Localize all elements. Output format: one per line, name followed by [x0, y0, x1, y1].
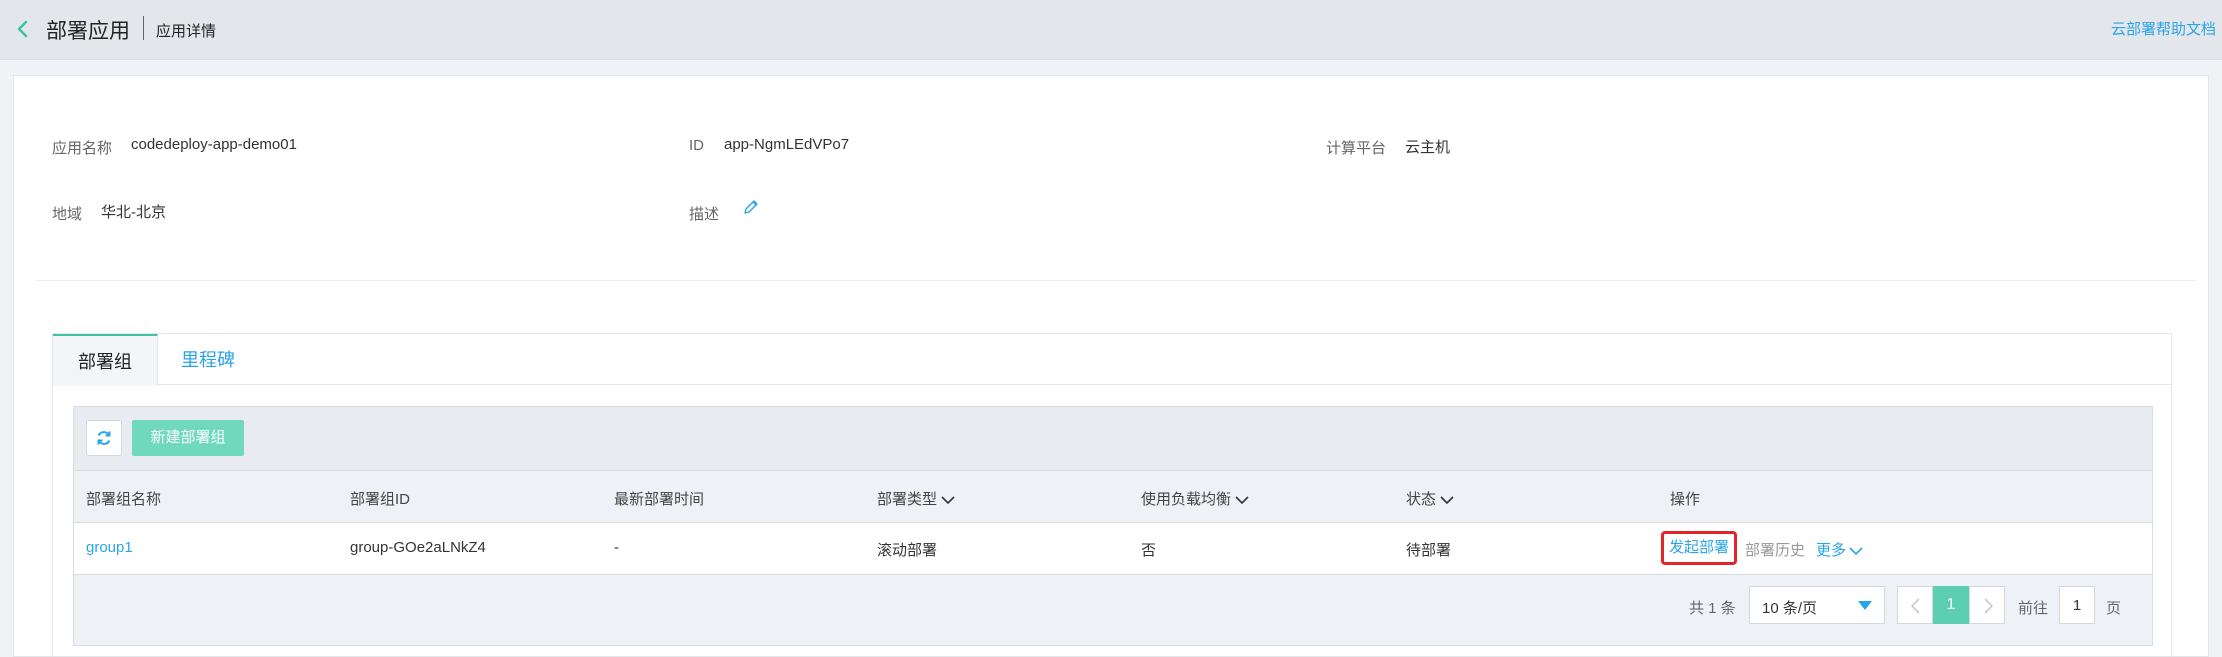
col-deploy-type-label: 部署类型: [877, 491, 938, 508]
table-footer: 共 1 条 10 条/页 1 前往 页: [74, 575, 2152, 645]
chevron-left-icon: [1910, 598, 1920, 614]
col-last-deploy-time: 最新部署时间: [614, 491, 705, 508]
region-value: 华北-北京: [101, 204, 166, 221]
col-deploy-type[interactable]: 部署类型: [877, 488, 955, 509]
prev-page-button[interactable]: [1897, 586, 1933, 624]
chevron-right-icon: [1984, 598, 1994, 614]
col-status-label: 状态: [1406, 491, 1437, 508]
section-divider: [36, 280, 2196, 281]
page-number-current[interactable]: 1: [1933, 586, 1969, 624]
id-label: ID: [689, 137, 704, 154]
goto-page-input[interactable]: [2059, 586, 2095, 624]
page-title: 部署应用: [46, 20, 130, 43]
col-load-balance-label: 使用负载均衡: [1141, 491, 1232, 508]
back-arrow-icon[interactable]: [12, 18, 34, 40]
deploy-group-grid: 新建部署组 部署组名称 部署组ID 最新部署时间 部署类型 使用负载均衡 状态 …: [73, 406, 2153, 646]
page-size-select[interactable]: 10 条/页: [1749, 586, 1885, 624]
deploy-history-link[interactable]: 部署历史: [1745, 539, 1805, 560]
col-actions: 操作: [1670, 491, 1701, 508]
col-group-id: 部署组ID: [350, 491, 411, 508]
status-cell: 待部署: [1406, 542, 1452, 559]
page-unit-label: 页: [2106, 600, 2122, 617]
tabs-panel: 部署组 里程碑 新建部署组 部署组名称 部署组ID 最新部署时间 部署类型 使用…: [52, 333, 2172, 657]
refresh-icon: [97, 431, 111, 445]
title-divider: [143, 16, 144, 40]
tab-deploy-groups[interactable]: 部署组: [53, 334, 158, 386]
next-page-button[interactable]: [1969, 586, 2005, 624]
chevron-down-icon: [1849, 547, 1863, 556]
app-name-label: 应用名称: [52, 140, 113, 157]
tab-bar: 部署组 里程碑: [53, 334, 2171, 386]
total-count: 共 1 条: [1689, 600, 1736, 617]
deploy-type-cell: 滚动部署: [877, 542, 938, 559]
table-row: group1 group-GOe2aLNkZ4 - 滚动部署 否 待部署 发起部…: [74, 523, 2152, 575]
grid-toolbar: 新建部署组: [74, 407, 2152, 471]
edit-pencil-icon[interactable]: [742, 198, 760, 216]
table-header: 部署组名称 部署组ID 最新部署时间 部署类型 使用负载均衡 状态 操作: [74, 471, 2152, 523]
help-doc-link[interactable]: 云部署帮助文档: [2111, 18, 2216, 39]
id-value: app-NgmLEdVPo7: [724, 136, 850, 153]
chevron-down-icon[interactable]: [1235, 492, 1249, 509]
more-actions-label: 更多: [1816, 542, 1847, 559]
description-label: 描述: [689, 206, 720, 223]
load-balance-cell: 否: [1141, 542, 1157, 559]
chevron-down-icon[interactable]: [1440, 492, 1454, 509]
last-deploy-cell: -: [614, 539, 619, 556]
page-size-value: 10 条/页: [1762, 600, 1818, 617]
col-load-balance[interactable]: 使用负载均衡: [1141, 488, 1249, 509]
col-status[interactable]: 状态: [1406, 488, 1454, 509]
col-group-name: 部署组名称: [86, 491, 162, 508]
platform-value: 云主机: [1405, 139, 1451, 156]
new-deploy-group-button[interactable]: 新建部署组: [132, 420, 244, 456]
platform-label: 计算平台: [1326, 140, 1387, 157]
tab-milestones[interactable]: 里程碑: [158, 334, 258, 386]
app-name-value: codedeploy-app-demo01: [131, 136, 297, 153]
region-label: 地域: [52, 206, 83, 223]
goto-label: 前往: [2018, 600, 2049, 617]
page-subtitle: 应用详情: [156, 23, 217, 40]
caret-down-icon: [1858, 601, 1872, 610]
top-bar: 部署应用 应用详情 云部署帮助文档: [0, 0, 2222, 60]
start-deploy-button[interactable]: 发起部署: [1661, 531, 1737, 565]
more-actions-dropdown[interactable]: 更多: [1816, 539, 1863, 560]
refresh-button[interactable]: [86, 420, 122, 456]
group-id-cell: group-GOe2aLNkZ4: [350, 539, 486, 556]
chevron-down-icon[interactable]: [941, 492, 955, 509]
group-name-link[interactable]: group1: [86, 539, 133, 556]
